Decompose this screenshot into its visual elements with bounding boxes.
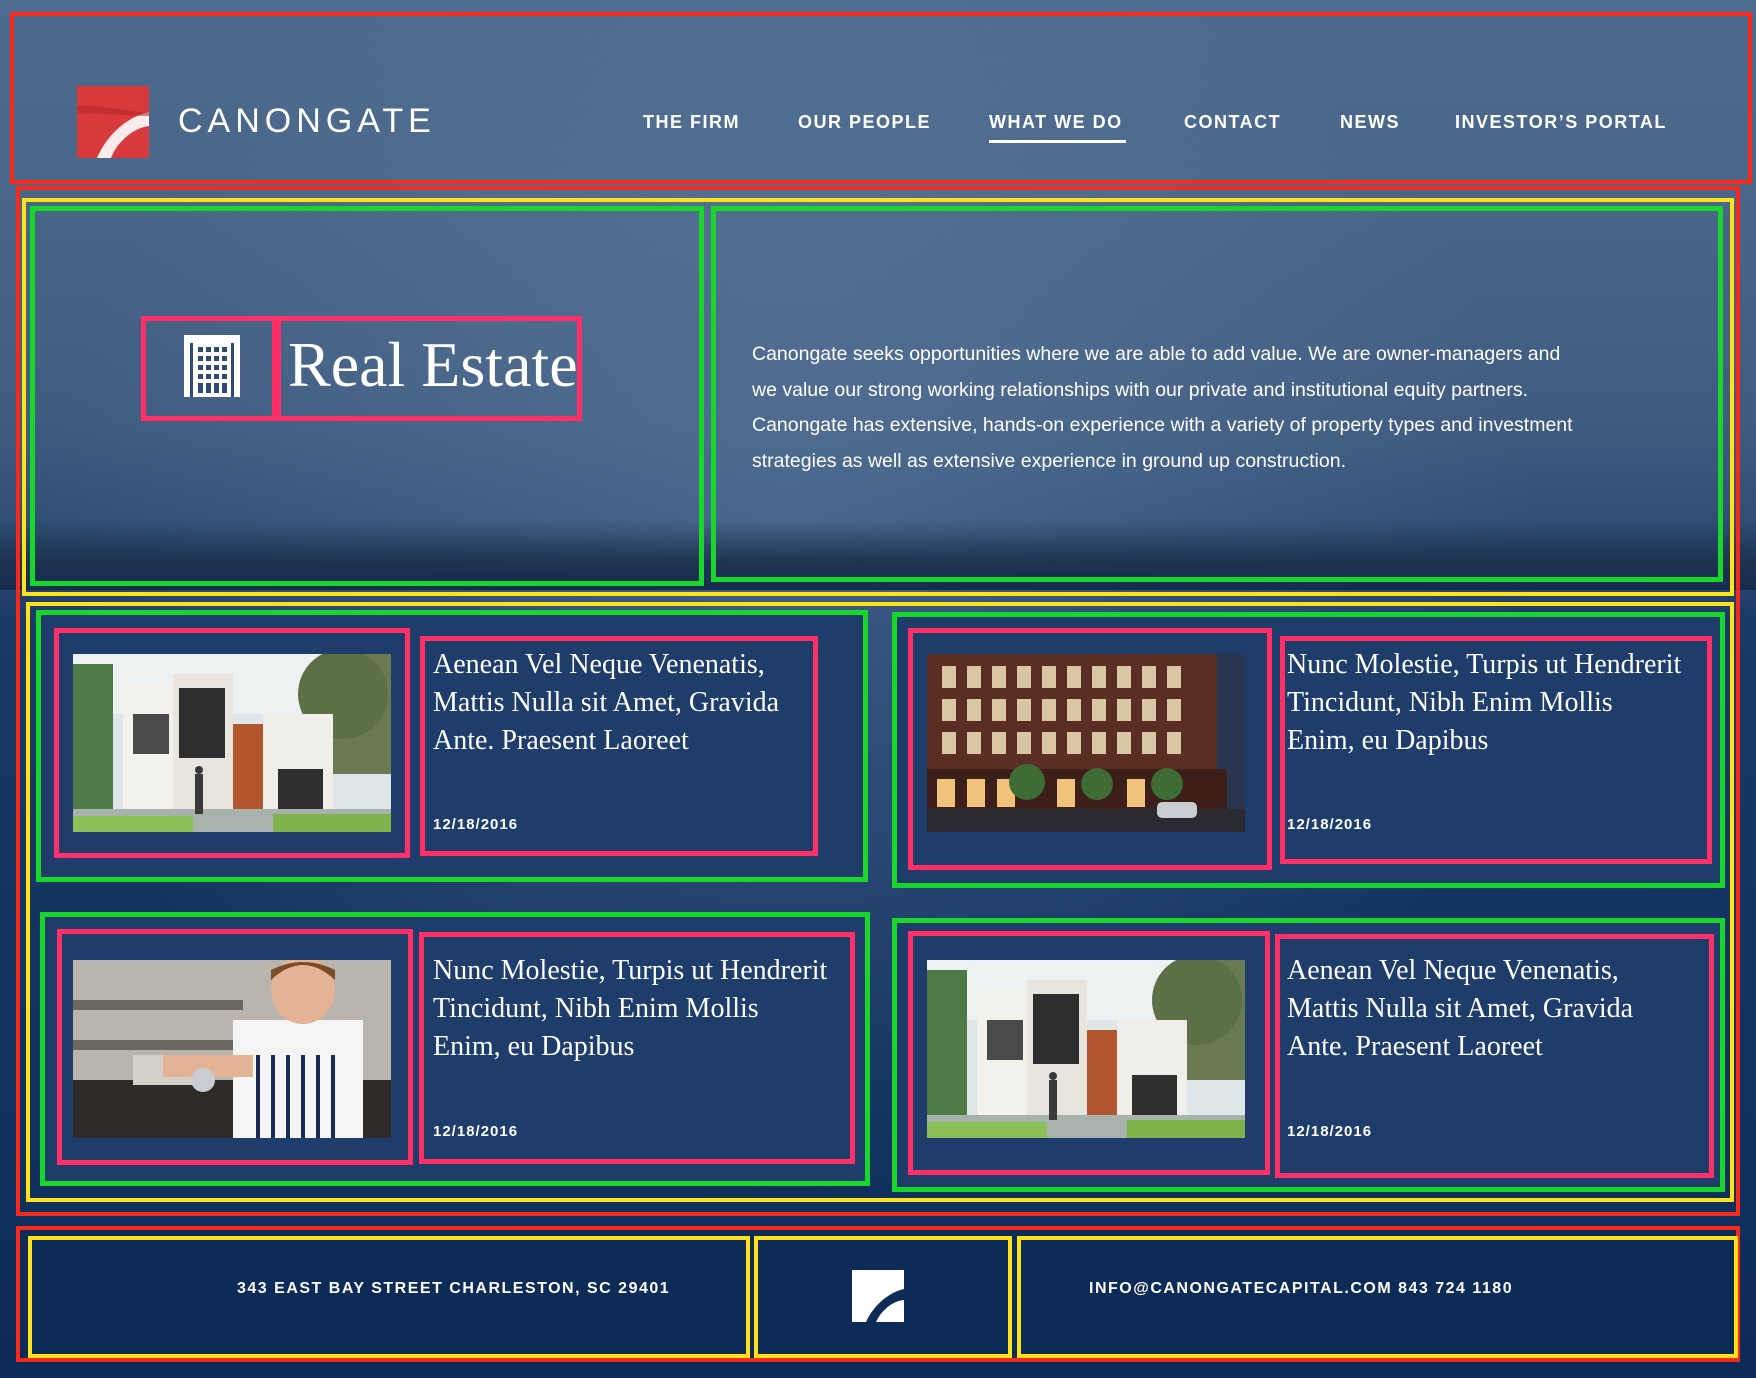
annotation-box-footer-center	[754, 1236, 1012, 1358]
annotation-box-card-4-text	[1275, 934, 1714, 1178]
annotation-box-header	[10, 12, 1752, 184]
annotation-box-card-3-image	[57, 929, 413, 1165]
annotation-box-card-1-image	[54, 628, 410, 858]
annotation-box-card-2-text	[1280, 636, 1712, 864]
annotation-box-footer-left	[28, 1236, 750, 1358]
annotation-box-card-1-text	[420, 636, 818, 856]
annotation-box-hero-title	[276, 316, 582, 421]
annotation-box-hero-icon	[141, 316, 277, 421]
annotation-box-hero-right	[711, 206, 1723, 582]
annotation-box-card-3-text	[419, 932, 855, 1164]
annotation-box-footer-right	[1017, 1236, 1738, 1358]
annotation-box-card-2-image	[908, 628, 1272, 870]
annotation-box-card-4-image	[908, 931, 1270, 1175]
